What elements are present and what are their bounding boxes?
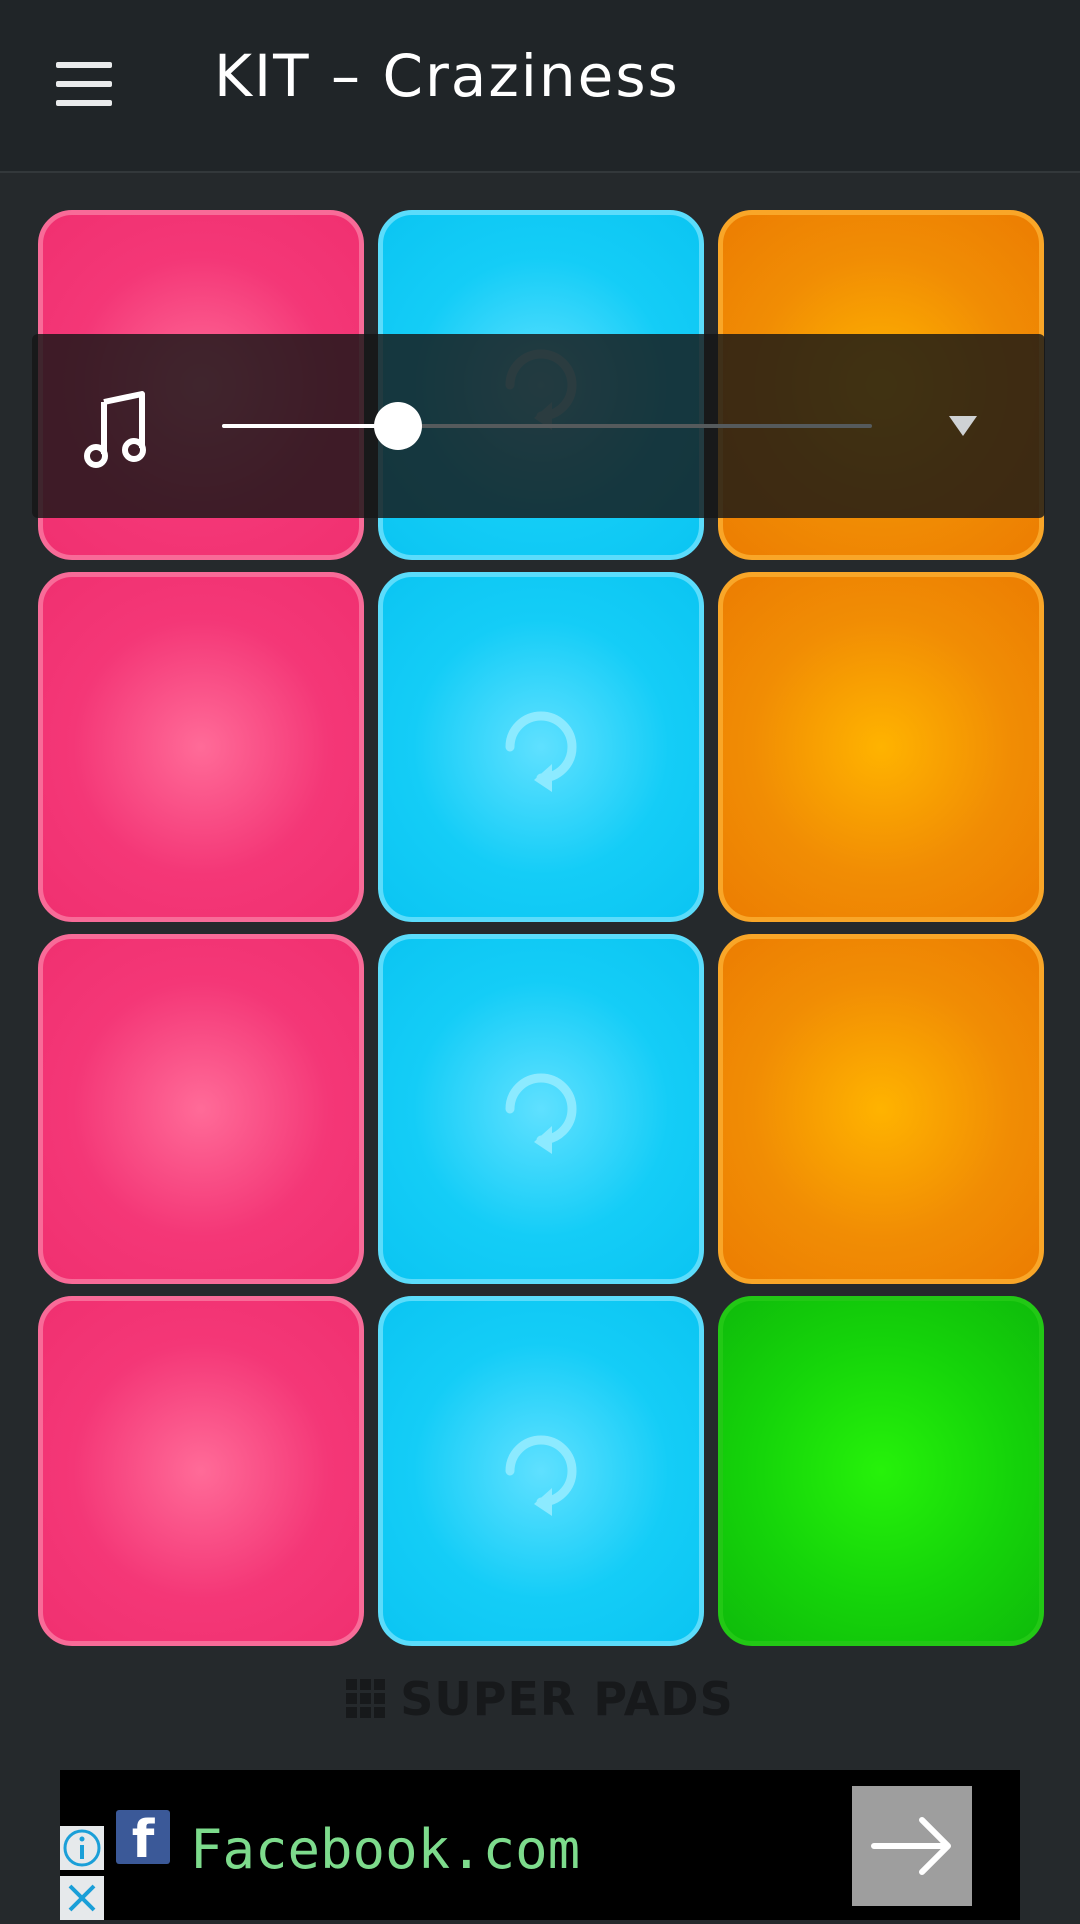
hamburger-icon[interactable] — [56, 62, 112, 106]
pad-r4-c3[interactable] — [718, 1296, 1044, 1646]
arrow-right-icon — [871, 1817, 951, 1875]
triangle-down-icon[interactable] — [947, 414, 979, 438]
volume-slider-fill — [222, 424, 398, 428]
volume-panel — [32, 334, 1045, 518]
page-title: KIT – Craziness — [214, 42, 680, 110]
loop-icon — [505, 1073, 577, 1154]
pad-r4-c1[interactable] — [38, 1296, 364, 1646]
pad-r3-c1[interactable] — [38, 934, 364, 1284]
ad-banner[interactable]: f Facebook.com — [60, 1770, 1020, 1920]
facebook-f-icon: f — [116, 1810, 170, 1864]
brand-text: SUPER PADS — [400, 1672, 734, 1726]
grid-icon — [346, 1679, 386, 1718]
app-bar: KIT – Craziness — [0, 0, 1080, 173]
pad-r2-c1[interactable] — [38, 572, 364, 922]
brand-label: SUPER PADS — [0, 1672, 1080, 1726]
pad-r3-c3[interactable] — [718, 934, 1044, 1284]
pad-r3-c2[interactable] — [378, 934, 704, 1284]
loop-icon — [505, 1435, 577, 1516]
loop-icon — [505, 711, 577, 792]
ad-arrow-button[interactable] — [852, 1786, 972, 1906]
ad-text[interactable]: Facebook.com — [190, 1818, 580, 1881]
pad-r4-c2[interactable] — [378, 1296, 704, 1646]
pad-r2-c3[interactable] — [718, 572, 1044, 922]
volume-slider-thumb[interactable] — [373, 402, 422, 450]
close-icon[interactable] — [60, 1876, 104, 1920]
music-note-icon — [84, 391, 146, 468]
pad-r2-c2[interactable] — [378, 572, 704, 922]
volume-slider[interactable] — [222, 402, 872, 450]
info-icon[interactable] — [60, 1826, 104, 1870]
